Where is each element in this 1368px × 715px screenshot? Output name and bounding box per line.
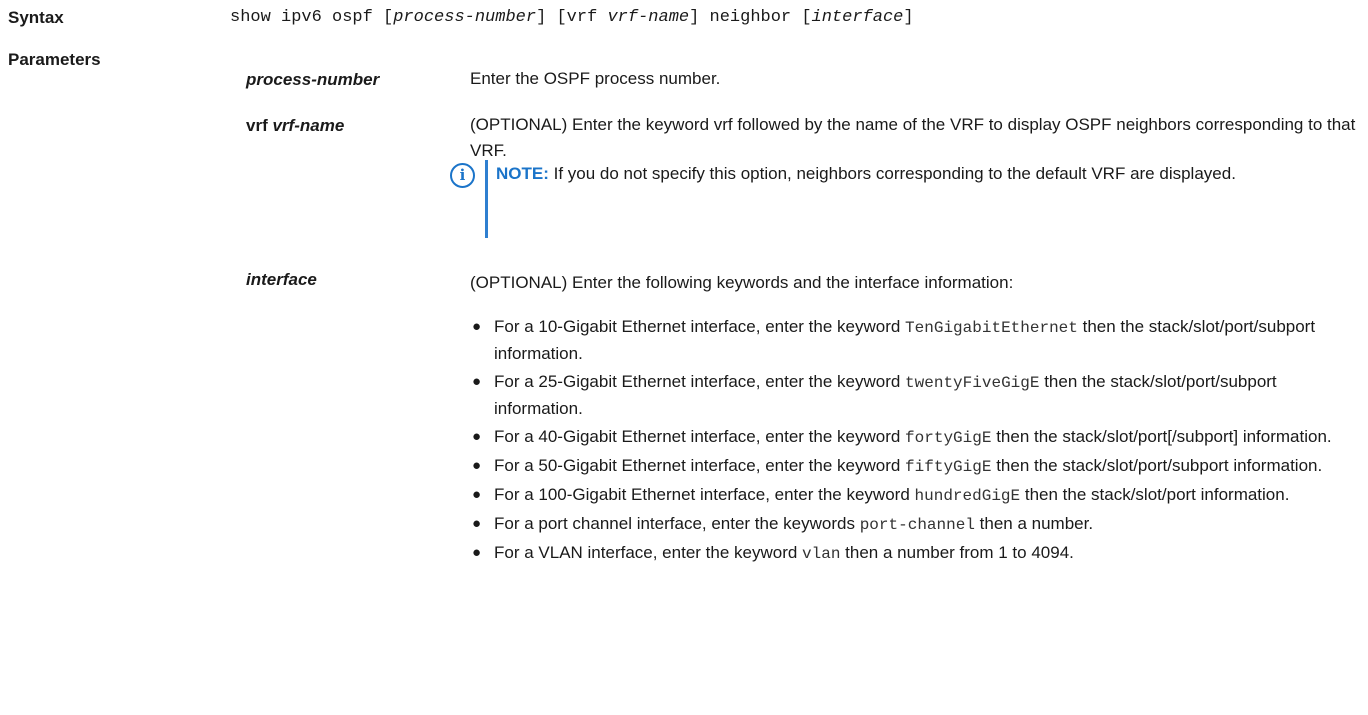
bullet-icon: ●: [472, 428, 482, 445]
bullet-text: For a 10-Gigabit Ethernet interface, ent…: [494, 317, 906, 336]
note-accent-bar: [485, 160, 488, 238]
bullet-icon: ●: [472, 373, 482, 390]
list-item: ● For a 40-Gigabit Ethernet interface, en…: [470, 424, 1360, 451]
param-interface-name: interface: [246, 270, 317, 289]
bullet-text: For a VLAN interface, enter the keyword: [494, 543, 803, 562]
param-process-number-desc: Enter the OSPF process number.: [470, 69, 721, 88]
syntax-part: ] neighbor [: [689, 8, 812, 27]
syntax-part: show ipv6 ospf [: [230, 8, 394, 27]
bullet-text: then a number from 1 to 4094.: [840, 543, 1074, 562]
param-vrf-keyword: vrf: [246, 116, 273, 135]
parameters-label: Parameters: [8, 50, 101, 69]
note-block: NOTE: If you do not specify this option,…: [496, 161, 1356, 187]
bullet-text: then the stack/slot/port information.: [1020, 485, 1290, 504]
list-item: ● For a 10-Gigabit Ethernet interface, en…: [470, 314, 1360, 367]
syntax-command: show ipv6 ospf [process-number] [vrf vrf…: [230, 8, 914, 27]
param-vrf-desc: (OPTIONAL) Enter the keyword vrf followe…: [470, 115, 1356, 160]
list-item: ● For a 50-Gigabit Ethernet interface, en…: [470, 453, 1360, 480]
bullet-keyword: hundredGigE: [914, 487, 1021, 505]
list-item: ● For a 100-Gigabit Ethernet interface, e…: [470, 482, 1360, 509]
bullet-icon: ●: [472, 515, 482, 532]
note-label: NOTE:: [496, 164, 549, 183]
syntax-arg-interface: interface: [811, 8, 904, 27]
bullet-text: then a number.: [974, 514, 1094, 533]
syntax-arg-process-number: process-number: [393, 8, 537, 27]
bullet-keyword: fortyGigE: [905, 429, 992, 447]
note-text: If you do not specify this option, neigh…: [548, 164, 1236, 183]
bullet-text: then the stack/slot/port/subport informa…: [991, 456, 1323, 475]
param-process-number-name: process-number: [246, 70, 380, 89]
bullet-keyword: fiftyGigE: [905, 458, 992, 476]
syntax-part: ] [vrf: [536, 8, 608, 27]
bullet-icon: ●: [472, 318, 482, 335]
bullet-icon: ●: [472, 486, 482, 503]
info-icon: i: [450, 163, 475, 188]
bullet-text: For a 40-Gigabit Ethernet interface, ent…: [494, 427, 906, 446]
syntax-label: Syntax: [8, 8, 64, 27]
bullet-text: For a 50-Gigabit Ethernet interface, ent…: [494, 456, 906, 475]
bullet-text: For a 100-Gigabit Ethernet interface, en…: [494, 485, 915, 504]
list-item: ● For a VLAN interface, enter the keyword…: [470, 540, 1360, 567]
bullet-keyword: twentyFiveGigE: [905, 374, 1040, 392]
param-vrf-name: vrf vrf-name: [246, 116, 344, 136]
list-item: ● For a 25-Gigabit Ethernet interface, en…: [470, 369, 1360, 422]
bullet-keyword: port-channel: [859, 516, 975, 534]
bullet-text: For a port channel interface, enter the …: [494, 514, 860, 533]
bullet-text: For a 25-Gigabit Ethernet interface, ent…: [494, 372, 906, 391]
bullet-icon: ●: [472, 544, 482, 561]
bullet-text: then the stack/slot/port[/subport] infor…: [991, 427, 1332, 446]
bullet-keyword: TenGigabitEthernet: [905, 319, 1078, 337]
list-item: ● For a port channel interface, enter the…: [470, 511, 1360, 538]
param-interface-desc: (OPTIONAL) Enter the following keywords …: [470, 273, 1014, 292]
syntax-part: ]: [903, 8, 914, 27]
bullet-keyword: vlan: [802, 545, 841, 563]
bullet-icon: ●: [472, 457, 482, 474]
interface-bullet-list: ● For a 10-Gigabit Ethernet interface, en…: [470, 314, 1360, 569]
syntax-arg-vrf-name: vrf-name: [607, 8, 690, 27]
param-vrf-arg: vrf-name: [272, 116, 345, 135]
